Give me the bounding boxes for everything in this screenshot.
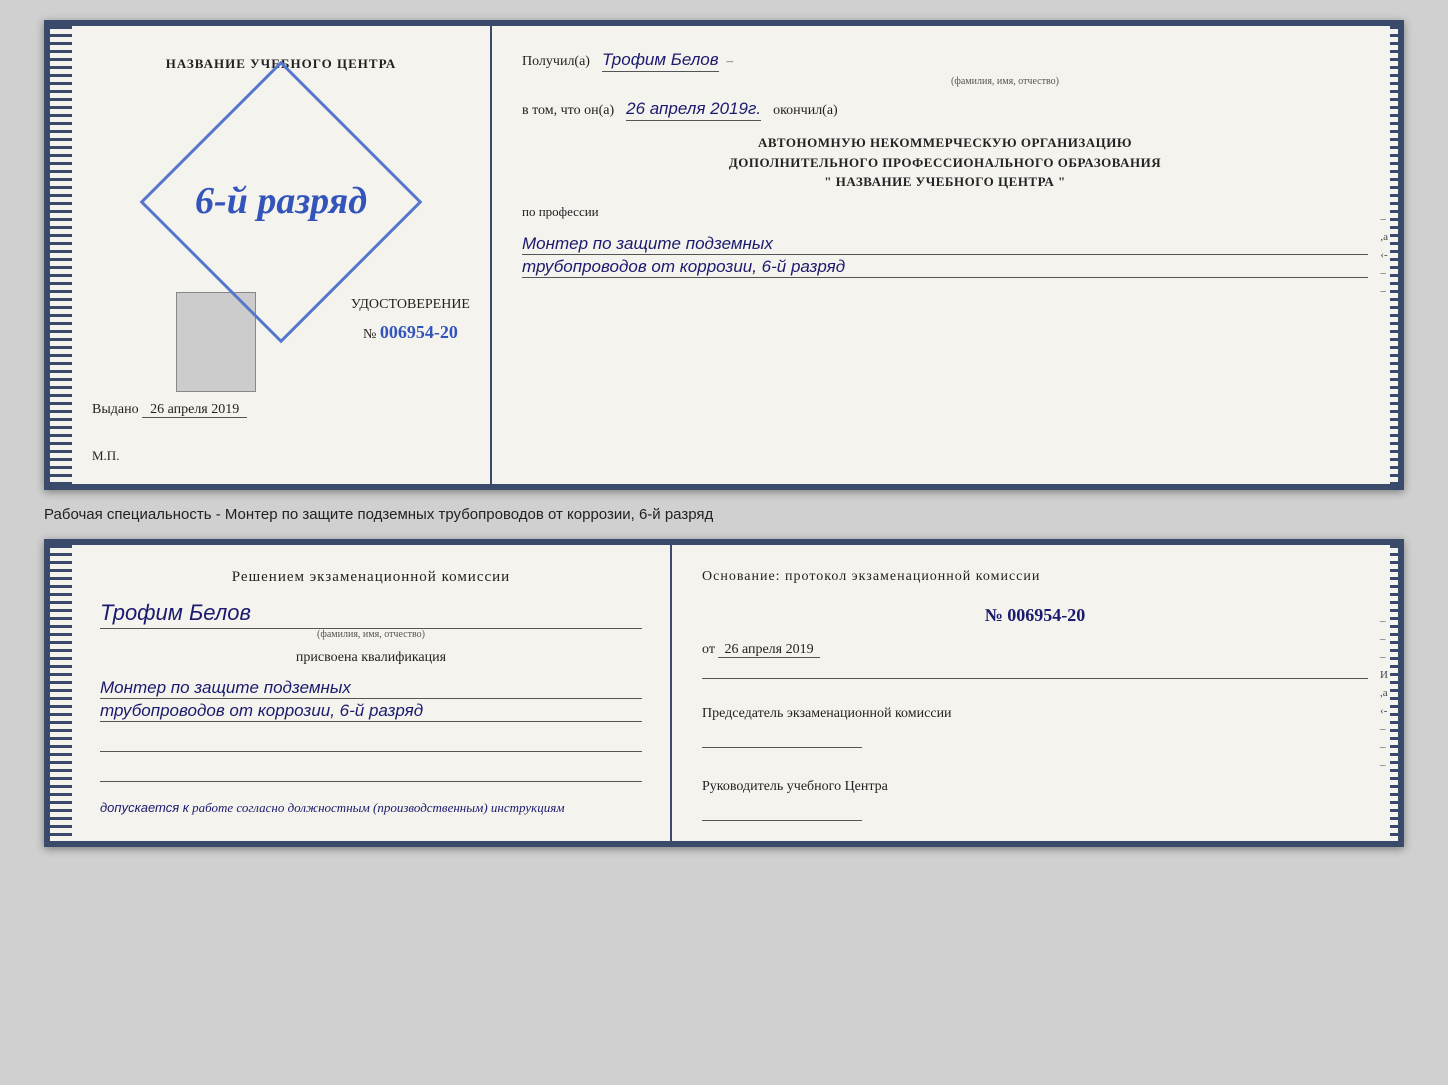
underline-1: [100, 732, 642, 752]
org-block: АВТОНОМНУЮ НЕКОММЕРЧЕСКУЮ ОРГАНИЗАЦИЮ ДО…: [522, 133, 1368, 192]
mp-label: М.П.: [92, 448, 119, 464]
divider-line: [702, 678, 1368, 679]
basis-title: Основание: протокол экзаменационной коми…: [702, 569, 1368, 585]
issued-row: Выдано 26 апреля 2019: [92, 402, 247, 418]
stamp-container: 6-й разряд: [181, 92, 381, 312]
decision-label: Решением экзаменационной комиссии: [100, 569, 642, 586]
in-that-line: в том, что он(а) 26 апреля 2019г. окончи…: [522, 99, 1368, 121]
director-sig-line: [702, 801, 862, 821]
underline-2: [100, 762, 642, 782]
top-doc-right: Получил(а) Трофим Белов – (фамилия, имя,…: [492, 26, 1398, 484]
received-line: Получил(а) Трофим Белов –: [522, 50, 1368, 72]
bottom-document: Решением экзаменационной комиссии Трофим…: [44, 539, 1404, 847]
chairman-block: Председатель экзаменационной комиссии: [702, 703, 1368, 748]
chairman-sig-line: [702, 728, 862, 748]
bottom-doc-left: Решением экзаменационной комиссии Трофим…: [72, 545, 672, 841]
right-side-strip: [1390, 26, 1398, 484]
protocol-number: № 006954-20: [702, 605, 1368, 626]
admitted-text: допускается к работе согласно должностны…: [100, 800, 642, 816]
profession-label: по профессии: [522, 204, 1368, 220]
left-strip: [50, 26, 72, 484]
bottom-left-strip: [50, 545, 72, 841]
bottom-doc-right: Основание: протокол экзаменационной коми…: [672, 545, 1398, 841]
bottom-side-chars: – – – И ,а ‹- – – –: [1380, 615, 1388, 771]
bottom-name-block: Трофим Белов (фамилия, имя, отчество): [100, 600, 642, 640]
bottom-right-strip: [1390, 545, 1398, 841]
assigned-label: присвоена квалификация: [100, 650, 642, 666]
cert-label: УДОСТОВЕРЕНИЕ: [351, 297, 470, 313]
protocol-date: от 26 апреля 2019: [702, 642, 1368, 658]
side-chars: – ,а ‹- – –: [1380, 213, 1388, 297]
cert-number: № 006954-20: [351, 322, 470, 343]
profession-text: Монтер по защите подземных трубопроводов…: [522, 232, 1368, 278]
director-block: Руководитель учебного Центра: [702, 776, 1368, 821]
top-doc-left: НАЗВАНИЕ УЧЕБНОГО ЦЕНТРА 6-й разряд УДОС…: [72, 26, 492, 484]
top-document: НАЗВАНИЕ УЧЕБНОГО ЦЕНТРА 6-й разряд УДОС…: [44, 20, 1404, 490]
name-subtitle-top: (фамилия, имя, отчество): [642, 76, 1368, 87]
stamp-text: 6-й разряд: [184, 181, 378, 223]
qual-text: Монтер по защите подземных трубопроводов…: [100, 676, 642, 722]
middle-text: Рабочая специальность - Монтер по защите…: [44, 502, 1404, 527]
